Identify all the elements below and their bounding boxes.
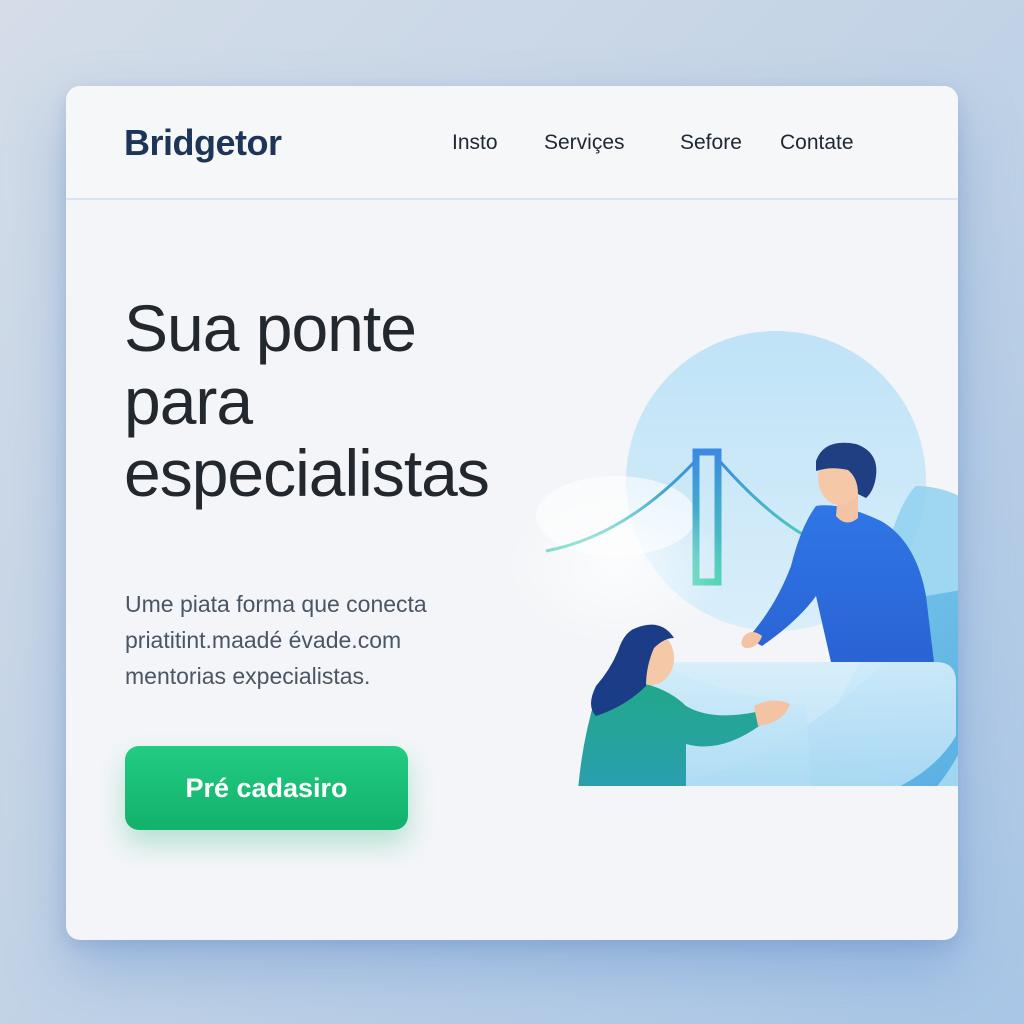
hero-subtitle: Ume piata forma que conecta priatitint.m… <box>125 586 505 694</box>
hero-subtitle-line: mentorias expecialistas. <box>125 663 371 689</box>
brand-logo[interactable]: Bridgetor <box>124 122 282 164</box>
hero-title: Sua ponte para especialistas <box>124 292 604 510</box>
hero-subtitle-line: Ume piata forma que conecta <box>125 591 427 617</box>
hero-title-line: especialistas <box>124 436 490 511</box>
navbar: Bridgetor Insto Serviçes Sefore Contate <box>66 86 958 200</box>
nav-link-contate[interactable]: Contate <box>780 131 854 155</box>
hero-subtitle-line: priatitint.maadé évade.com <box>125 627 402 653</box>
hero-title-line: Sua ponte <box>124 291 417 365</box>
pre-register-button[interactable]: Pré cadasiro <box>125 746 408 830</box>
nav-link-sefore[interactable]: Sefore <box>680 131 742 155</box>
landing-page-card: Bridgetor Insto Serviçes Sefore Contate <box>66 86 958 940</box>
nav-link-insto[interactable]: Insto <box>452 131 498 155</box>
hero-title-line: para <box>124 363 253 438</box>
nav-link-services[interactable]: Serviçes <box>544 131 625 155</box>
